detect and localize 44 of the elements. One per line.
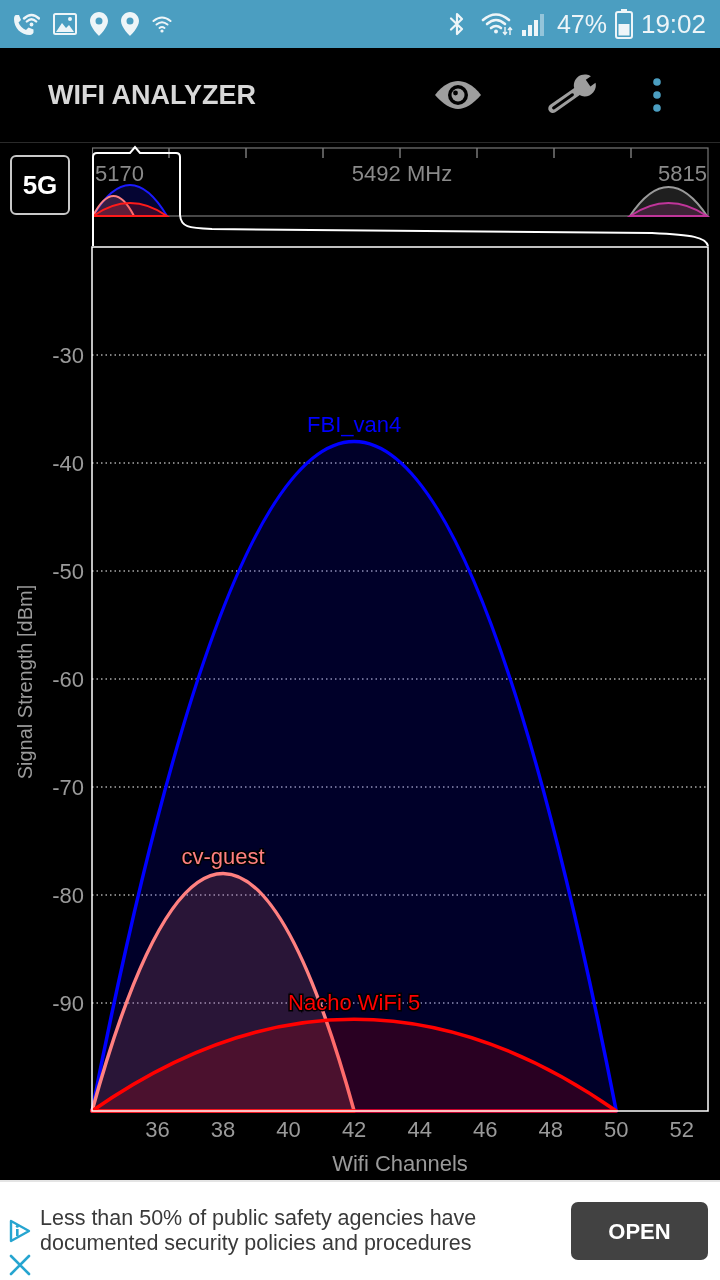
- y-axis-tick-label: -70: [52, 775, 84, 800]
- x-axis-tick-label: 36: [145, 1117, 170, 1142]
- channel-overview-panel[interactable]: [92, 147, 709, 217]
- battery-icon: [614, 9, 633, 39]
- center-frequency-label: 5492 MHz: [351, 161, 453, 186]
- close-icon[interactable]: [8, 1254, 31, 1276]
- y-axis-tick-label: -80: [52, 883, 84, 908]
- y-axis-tick-label: -60: [52, 667, 84, 692]
- start-frequency-label: 5170: [95, 161, 144, 186]
- network-name-label: FBI_van4: [307, 412, 402, 438]
- y-axis-tick-label: -50: [52, 559, 84, 584]
- x-axis-tick-label: 48: [538, 1117, 563, 1142]
- bluetooth-icon: [448, 11, 465, 37]
- y-axis-title: Signal Strength [dBm]: [14, 584, 36, 780]
- location-pin-icon: [121, 12, 139, 36]
- image-icon: [53, 13, 77, 35]
- x-axis-tick-label: 40: [276, 1117, 301, 1142]
- y-axis-tick-label: -90: [52, 991, 84, 1016]
- x-axis-tick-label: 44: [407, 1117, 432, 1142]
- wifi-signal-icon: [480, 12, 513, 36]
- x-axis-tick-label: 38: [210, 1117, 236, 1142]
- x-axis-tick-label: 42: [341, 1117, 367, 1142]
- x-axis-tick-label: 52: [669, 1117, 695, 1142]
- y-axis-tick-label: -30: [52, 343, 84, 368]
- x-axis-title: Wifi Channels: [332, 1151, 468, 1176]
- wifi-call-icon: [12, 11, 40, 37]
- zoom-window-outline[interactable]: [92, 146, 709, 246]
- y-axis-tick-label: -40: [52, 451, 84, 476]
- x-axis-tick-label: 46: [472, 1117, 498, 1142]
- ad-info-icon[interactable]: [7, 1219, 32, 1243]
- network-name-label: cv-guest: [181, 844, 265, 870]
- end-frequency-label: 5815: [658, 161, 707, 186]
- band-toggle-button[interactable]: 5G: [10, 155, 70, 215]
- clock-time: 19:02: [640, 11, 706, 37]
- cellular-signal-icon: [520, 12, 545, 36]
- battery-percent: 47%: [556, 11, 607, 37]
- x-axis-tick-label: 50: [604, 1117, 629, 1142]
- location-pin-icon: [90, 12, 108, 36]
- ad-text: Less than 50% of public safety agencies have documented security policies and procedures: [40, 1206, 478, 1256]
- app-title: WIFI ANALYZER: [48, 78, 256, 112]
- open-button[interactable]: OPEN: [571, 1202, 708, 1260]
- more-options-icon[interactable]: [653, 78, 661, 112]
- eye-icon[interactable]: [434, 79, 482, 111]
- wifi-badge-icon: [152, 15, 172, 33]
